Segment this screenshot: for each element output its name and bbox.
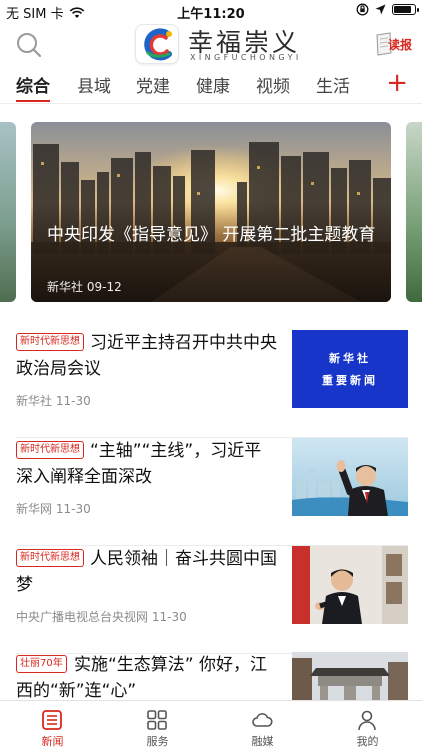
leader-waving-photo — [292, 438, 408, 516]
slide-date: 09-12 — [86, 280, 122, 294]
news-tag: 壮丽70年 — [16, 655, 67, 673]
nav-services-label: 服务 — [146, 735, 169, 748]
tab-shipin[interactable]: 视频 — [256, 72, 290, 97]
status-bar: 无 SIM 卡 上午11:20 — [0, 0, 422, 22]
grid-icon — [147, 710, 167, 730]
news-thumbnail — [292, 438, 408, 516]
news-thumbnail: 新华社 重要新闻 — [292, 330, 408, 408]
tab-zonghe[interactable]: 综合 — [16, 72, 50, 97]
thumb-text-line2: 重要新闻 — [322, 374, 378, 387]
active-tab-indicator — [16, 100, 50, 102]
news-tag: 新时代新思想 — [16, 333, 84, 351]
leader-speaking-photo — [292, 546, 408, 624]
user-icon — [358, 710, 376, 731]
news-thumbnail — [292, 546, 408, 624]
news-source: 中央广播电视总台央视网 — [16, 610, 149, 624]
news-list-icon — [42, 710, 62, 730]
slide-source: 新华社 — [47, 280, 84, 294]
search-button[interactable] — [14, 30, 44, 60]
next-slide-peek[interactable] — [406, 122, 422, 302]
nav-profile[interactable]: 我的 — [315, 701, 420, 750]
news-source: 新华网 — [16, 502, 53, 516]
news-meta: 新华社 11-30 — [16, 392, 91, 409]
news-date: 11-30 — [151, 610, 187, 624]
app-logo — [135, 24, 179, 64]
bottom-tab-bar: 新闻 服务 融媒 我的 — [0, 700, 422, 750]
previous-slide-peek[interactable] — [0, 122, 16, 302]
cloud-icon — [252, 713, 273, 727]
tab-jiankang[interactable]: 健康 — [196, 72, 230, 97]
news-item[interactable]: “主轴”“主线”，习近平深入阐释全面深改 新时代新思想 新华网 11-30 — [16, 438, 408, 546]
news-tag: 新时代新思想 — [16, 441, 84, 459]
nav-news-label: 新闻 — [41, 735, 64, 748]
nav-services[interactable]: 服务 — [105, 701, 210, 750]
slide-meta: 新华社 09-12 — [47, 278, 122, 295]
battery-icon — [392, 4, 419, 15]
read-newspaper-button[interactable]: 读报 — [374, 32, 414, 58]
news-source: 新华社 — [16, 394, 53, 408]
tab-shenghuo[interactable]: 生活 — [316, 72, 350, 97]
app-header: 幸福崇义 XINGFUCHONGYI 读报 — [0, 22, 422, 66]
news-meta: 新华网 11-30 — [16, 500, 91, 517]
add-channel-button[interactable]: + — [386, 70, 408, 96]
read-label: 读报 — [387, 38, 412, 52]
news-date: 11-30 — [55, 502, 91, 516]
slide-title: 中央印发《指导意见》 开展第二批主题教育 — [47, 225, 376, 245]
banner-carousel[interactable]: 中央印发《指导意见》 开展第二批主题教育 新华社 09-12 — [0, 122, 422, 302]
channel-tabs: 综合 县域 党建 健康 视频 生活 + — [0, 68, 422, 104]
news-tag: 新时代新思想 — [16, 549, 84, 567]
nav-news[interactable]: 新闻 — [0, 701, 105, 750]
brand-pinyin: XINGFUCHONGYI — [190, 53, 302, 62]
news-meta: 中央广播电视总台央视网 11-30 — [16, 608, 187, 625]
nav-media[interactable]: 融媒 — [210, 701, 315, 750]
tab-xianyu[interactable]: 县域 — [77, 72, 111, 97]
news-item[interactable]: 习近平主持召开中共中央政治局会议 新时代新思想 新华社 11-30 新华社 重要… — [16, 330, 408, 438]
tab-dangjian[interactable]: 党建 — [136, 72, 170, 97]
thumb-text-line1: 新华社 — [329, 352, 371, 365]
news-date: 11-30 — [55, 394, 91, 408]
nav-profile-label: 我的 — [356, 735, 379, 748]
news-item[interactable]: 人民领袖｜奋斗共圆中国梦 新时代新思想 中央广播电视总台央视网 11-30 — [16, 546, 408, 654]
orientation-lock-icon — [356, 3, 369, 16]
search-icon — [17, 33, 42, 58]
banner-slide[interactable]: 中央印发《指导意见》 开展第二批主题教育 新华社 09-12 — [31, 122, 391, 302]
logo-icon — [144, 28, 172, 61]
nav-media-label: 融媒 — [251, 735, 274, 748]
location-icon — [375, 4, 386, 15]
